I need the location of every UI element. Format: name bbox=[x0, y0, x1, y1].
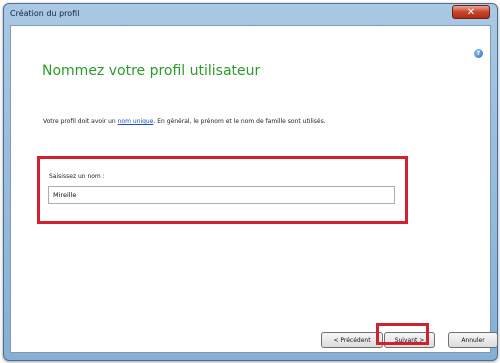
name-input[interactable] bbox=[48, 186, 395, 204]
window-title: Création du profil bbox=[10, 9, 80, 18]
previous-button[interactable]: < Précédent bbox=[321, 332, 383, 348]
help-glyph: ? bbox=[476, 50, 481, 57]
close-button[interactable]: ✕ bbox=[452, 5, 490, 19]
name-label: Saisissez un nom : bbox=[49, 173, 105, 180]
description-text: Votre profil doit avoir un nom unique. E… bbox=[43, 118, 373, 126]
help-icon[interactable]: ? bbox=[474, 49, 483, 58]
cancel-button[interactable]: Annuler bbox=[448, 332, 498, 348]
page-title: Nommez votre profil utilisateur bbox=[42, 63, 261, 79]
dialog-content: ? Nommez votre profil utilisateur Votre … bbox=[10, 25, 498, 353]
dialog-window: Création du profil ✕ ? Nommez votre prof… bbox=[3, 3, 498, 361]
description-prefix: Votre profil doit avoir un bbox=[43, 118, 118, 125]
title-bar[interactable]: Création du profil ✕ bbox=[4, 4, 497, 24]
next-highlight-frame bbox=[376, 323, 429, 345]
unique-name-link[interactable]: nom unique bbox=[118, 118, 154, 125]
close-icon: ✕ bbox=[466, 6, 476, 18]
description-suffix: . En général, le prénom et le nom de fam… bbox=[153, 118, 326, 125]
name-highlight-frame: Saisissez un nom : bbox=[37, 156, 408, 224]
